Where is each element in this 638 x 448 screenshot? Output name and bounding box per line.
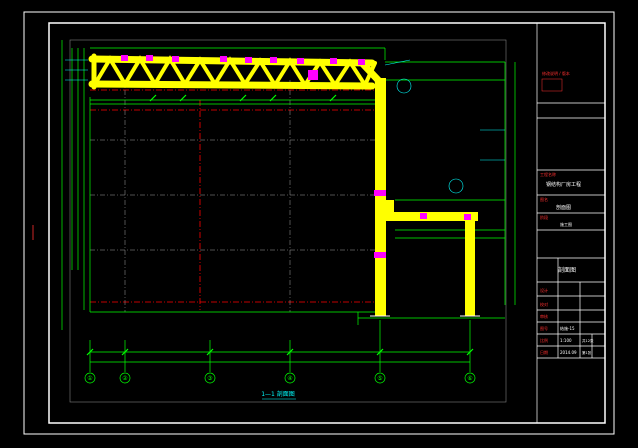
axis-label-4: ④ [287,375,292,382]
axis-bubble-4: ④ [284,372,296,384]
axis-label-1: ① [87,375,92,382]
axis-bubble-5: ⑤ [374,372,386,384]
drawing-number-label: 图号 [540,325,548,331]
stage-value: 施工图 [560,221,572,227]
drawing-name-label: 图名 [540,196,548,202]
cad-drawing-sheet: 修改说明 / 版本 工程名称 钢结构厂房工程 图名 剖面图 阶段 施工图 剖面图… [23,11,615,435]
canopy-column [465,216,475,316]
title-block-text: 修改说明 / 版本 工程名称 钢结构厂房工程 图名 剖面图 阶段 施工图 剖面图… [540,70,594,355]
date-value: 2014.09 [560,350,577,355]
axis-bubble-6: ⑥ [464,372,476,384]
sheet-no: 第1张 [582,350,592,355]
section-title: 1—1 剖面图 [261,390,295,398]
grey-centerlines [90,80,380,312]
sheet-total: 共12张 [582,338,594,343]
checker-label: 校对 [540,301,548,307]
axis-bubbles: ① ② ③ ④ ⑤ ⑥ [84,372,476,384]
dimension-ticks [86,94,474,356]
project-name: 钢结构厂房工程 [546,181,581,188]
project-name-label: 工程名称 [540,171,556,177]
approver-label: 审核 [540,313,548,319]
canopy-frame [378,200,478,316]
main-column [375,78,386,316]
axis-bubble-2: ② [119,372,131,384]
truss-bottom-chord [88,80,376,90]
date-label: 日期 [540,349,548,355]
outer-sheet-border [23,11,615,435]
stage-label: 阶段 [540,214,548,220]
axis-label-3: ③ [207,375,212,382]
canopy-beam-flange [384,200,394,212]
canopy-beam [378,212,478,221]
axis-label-2: ② [122,375,128,382]
axis-bubble-3: ③ [204,372,216,384]
drawing-number: 结施-15 [560,325,575,331]
axis-label-6: ⑥ [467,375,472,382]
designer-label: 设计 [540,287,548,293]
roof-truss [88,53,385,108]
axis-label-5: ⑤ [377,375,382,382]
drawing-name-top: 剖面图 [556,204,571,211]
axis-bubble-1: ① [84,372,96,384]
scale-value: 1:100 [560,338,572,343]
stamp-mark [541,78,563,92]
drawing-name-large: 剖面图 [558,266,576,274]
scale-label: 比例 [540,337,548,343]
revision-note: 修改说明 / 版本 [542,70,570,76]
